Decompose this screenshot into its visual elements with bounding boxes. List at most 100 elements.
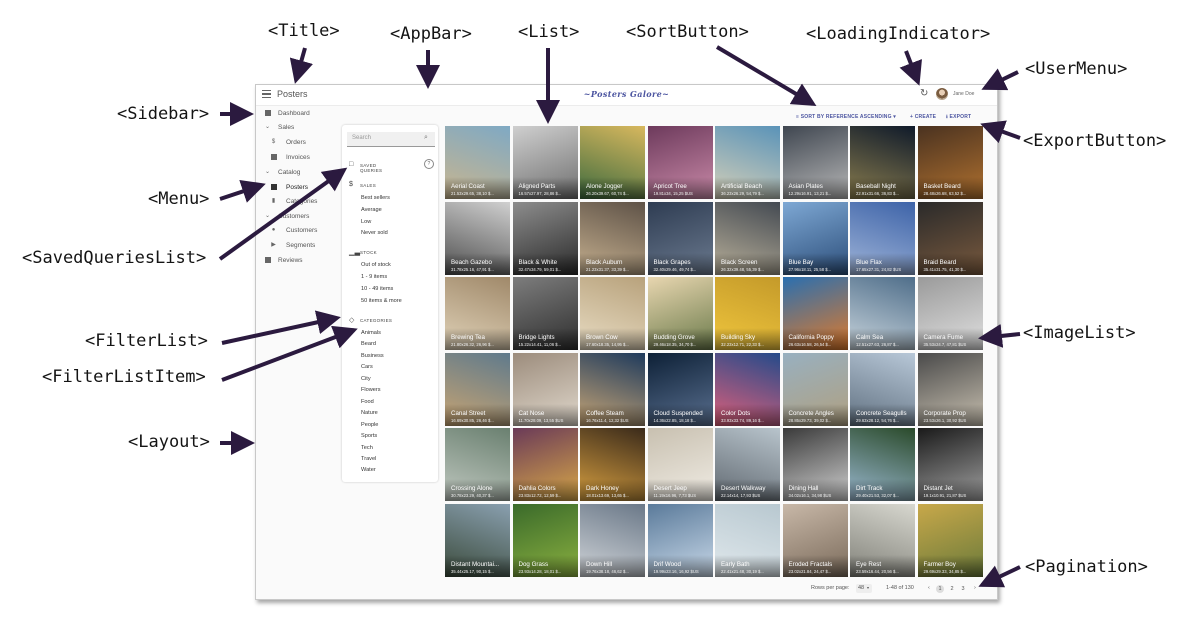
poster-tile[interactable]: Crossing Alone 30.78x23.29, 40,37 $...: [445, 428, 510, 501]
poster-tile[interactable]: Blue Bay 27.96x18.11, 25,58 $...: [782, 201, 848, 275]
poster-tile[interactable]: Dark Honey 18.01x13.69, 13,65 $...: [580, 428, 645, 501]
poster-tile[interactable]: Asian Plates 12.29x16.91, 13,21 $...: [782, 126, 848, 199]
poster-title: Aerial Coast: [451, 183, 485, 190]
poster-subtitle: 23.59x16.44, 20,56 $...: [856, 568, 899, 574]
refresh-icon[interactable]: ↻: [920, 88, 928, 99]
sidebar-group-catalog[interactable]: ⌄ Catalog: [256, 167, 338, 180]
poster-tile[interactable]: Drif Wood 19.99x23.16, 16,92 $US: [647, 503, 713, 577]
filter-item-category[interactable]: Animals: [361, 330, 381, 336]
create-button[interactable]: + CREATE: [910, 114, 936, 124]
sidebar-item-segments[interactable]: ▶ Segments: [256, 240, 338, 253]
poster-tile[interactable]: Dining Hall 34.02x16.1, 34,98 $US: [782, 428, 848, 501]
poster-tile[interactable]: Distant Mountai... 35.44x25.17, 90,15 $..…: [445, 503, 510, 577]
filter-item-category[interactable]: Nature: [361, 410, 378, 416]
pagination-range: 1-48 of 130: [886, 585, 914, 591]
sort-button[interactable]: ≡ SORT BY REFERENCE ASCENDING ▾: [796, 114, 896, 124]
poster-tile[interactable]: Dirt Track 29.40x21.53, 32,07 $...: [850, 428, 915, 501]
filter-item-best-sellers[interactable]: Best sellers: [361, 195, 390, 201]
poster-tile[interactable]: California Poppy 26.63x16.58, 26,54 $...: [782, 277, 848, 350]
sidebar-item-invoices[interactable]: Invoices: [256, 152, 338, 165]
sidebar-group-sales[interactable]: ⌄ Sales: [256, 122, 338, 135]
poster-tile[interactable]: Alone Jogger 26.20x39.67, 60,74 $...: [580, 126, 645, 199]
filter-item-category[interactable]: People: [361, 422, 378, 428]
filter-item-average[interactable]: Average: [361, 207, 382, 213]
poster-tile[interactable]: Bridge Lights 15.22x14.41, 11,06 $...: [512, 277, 578, 350]
poster-tile[interactable]: Black Auburn 21.23x31.37, 33,39 $...: [580, 201, 645, 275]
filter-item-category[interactable]: Sports: [361, 433, 377, 439]
avatar[interactable]: [936, 88, 948, 100]
filter-item-10-49[interactable]: 10 - 49 items: [361, 286, 393, 292]
poster-tile[interactable]: Eroded Fractals 23.02x21.84, 24,47 $...: [782, 503, 848, 577]
poster-tile[interactable]: Eye Rest 23.59x16.44, 20,56 $...: [850, 503, 915, 577]
sidebar-item-categories[interactable]: ▮ Categories: [256, 196, 338, 209]
page-button-3[interactable]: 3: [959, 585, 967, 593]
poster-tile[interactable]: Dahlia Colors 23.83x12.72, 12,59 $...: [512, 428, 578, 501]
poster-subtitle: 12.51x27.63, 26,87 $...: [856, 342, 899, 347]
poster-tile[interactable]: Corporate Prop 23.53x26.1, 30,92 $US: [917, 352, 983, 426]
sidebar-group-customers[interactable]: ⌄ Customers: [256, 211, 338, 224]
search-input[interactable]: Search ⌕: [347, 132, 435, 147]
poster-tile[interactable]: Aerial Coast 21.53x29.65, 38,10 $...: [445, 126, 510, 199]
poster-tile[interactable]: Concrete Seagulls 29.63x28.12, 54,76 $...: [850, 352, 915, 426]
pagination-prev-icon[interactable]: ‹: [928, 585, 930, 595]
poster-tile[interactable]: Apricot Tree 19.81x34, 15,25 $US: [647, 126, 713, 199]
filter-item-category[interactable]: Beard: [361, 341, 376, 347]
poster-tile[interactable]: Braid Beard 35.41x31.75, 41,30 $...: [917, 201, 983, 275]
poster-tile[interactable]: Desert Jeep 11.19x16.96, 7,73 $US: [647, 428, 713, 501]
poster-tile[interactable]: Budding Grove 29.46x18.35, 34,70 $...: [647, 277, 713, 350]
poster-tile[interactable]: Basket Beard 28.48x26.68, 63,52 $...: [917, 126, 983, 199]
poster-tile[interactable]: Building Sky 32.23x12.71, 22,33 $...: [715, 277, 780, 350]
poster-tile[interactable]: Artificial Beach 36.23x26.29, 54,79 $...: [715, 126, 780, 199]
filter-item-never-sold[interactable]: Never sold: [361, 230, 388, 236]
poster-tile[interactable]: Calm Sea 12.51x27.63, 26,87 $...: [850, 277, 915, 350]
pagination-next-icon[interactable]: ›: [974, 585, 976, 595]
filter-item-category[interactable]: Cars: [361, 364, 373, 370]
poster-tile[interactable]: Baseball Night 22.91x31.66, 36,83 $...: [850, 126, 915, 199]
rows-per-page-select[interactable]: 48 ▾: [856, 584, 872, 593]
sidebar-item-dashboard[interactable]: Dashboard: [256, 108, 338, 121]
poster-tile[interactable]: Aligned Parts 16.57x27.97, 28,86 $...: [512, 126, 578, 199]
sidebar-item-reviews[interactable]: Reviews: [256, 255, 338, 268]
poster-tile[interactable]: Farmer Boy 29.69x29.33, 34,85 $...: [917, 503, 983, 577]
poster-subtitle: 22.14x14, 17,93 $US: [721, 493, 761, 498]
user-name[interactable]: Jane Doe: [953, 91, 974, 97]
export-button[interactable]: ⭳ EXPORT: [946, 114, 971, 124]
poster-tile[interactable]: Cloud Suspended 14.36x22.85, 18,18 $...: [647, 352, 713, 426]
filter-item-category[interactable]: City: [361, 376, 371, 382]
filter-item-category[interactable]: Business: [361, 353, 384, 359]
sidebar-item-orders[interactable]: $ Orders: [256, 137, 338, 150]
poster-tile[interactable]: Down Hill 19.76x38.18, 46,62 $...: [580, 503, 645, 577]
help-icon[interactable]: ?: [424, 159, 434, 169]
filter-item-category[interactable]: Food: [361, 399, 374, 405]
poster-tile[interactable]: Brewing Tea 21.80x26.32, 26,96 $...: [445, 277, 510, 350]
poster-tile[interactable]: Black Screen 26.32x39.48, 55,39 $...: [715, 201, 780, 275]
filter-item-category[interactable]: Travel: [361, 456, 376, 462]
filter-item-low[interactable]: Low: [361, 219, 371, 225]
filter-item-category[interactable]: Flowers: [361, 387, 381, 393]
poster-tile[interactable]: Coffee Steam 16.76x11.4, 12,32 $US: [580, 352, 645, 426]
filter-item-1-9[interactable]: 1 - 9 items: [361, 274, 387, 280]
filter-item-category[interactable]: Tech: [361, 445, 373, 451]
poster-tile[interactable]: Color Dots 33.93x33.74, 89,16 $...: [715, 352, 780, 426]
page-button-1[interactable]: 1: [936, 585, 944, 593]
page-button-2[interactable]: 2: [948, 585, 956, 593]
poster-tile[interactable]: Distant Jet 19.1x10.91, 21,87 $US: [917, 428, 983, 501]
poster-tile[interactable]: Black Grapes 32.40x29.46, 49,74 $...: [647, 201, 713, 275]
poster-tile[interactable]: Brown Cow 17.60x18.35, 14,95 $...: [580, 277, 645, 350]
sidebar-item-customers[interactable]: ● Customers: [256, 225, 338, 238]
poster-tile[interactable]: Canal Street 16.69x30.85, 26,46 $...: [445, 352, 510, 426]
poster-tile[interactable]: Beach Gazebo 31.78x25.16, 47,91 $...: [445, 201, 510, 275]
poster-tile[interactable]: Desert Walkway 22.14x14, 17,93 $US: [715, 428, 780, 501]
poster-tile[interactable]: Concrete Angles 28.85x29.73, 39,02 $...: [782, 352, 848, 426]
poster-tile[interactable]: Blue Flax 17.65x27.31, 24,82 $US: [850, 201, 915, 275]
poster-tile[interactable]: Dog Grass 23.93x14.28, 18,01 $...: [512, 503, 578, 577]
poster-tile[interactable]: Cat Nose 11.70x28.09, 13,55 $US: [512, 352, 578, 426]
filter-item-out-of-stock[interactable]: Out of stock: [361, 262, 391, 268]
poster-tile[interactable]: Early Bath 22.41x21.48, 30,19 $...: [715, 503, 780, 577]
filter-item-category[interactable]: Water: [361, 467, 376, 473]
poster-tile[interactable]: Black & White 32.47x34.79, 59,01 $...: [512, 201, 578, 275]
sidebar-item-posters[interactable]: Posters: [256, 182, 338, 195]
poster-tile[interactable]: Camera Fume 35.53x24.7, 47,81 $US: [917, 277, 983, 350]
filter-item-50-more[interactable]: 50 items & more: [361, 298, 402, 304]
poster-title: Dahlia Colors: [518, 485, 556, 492]
